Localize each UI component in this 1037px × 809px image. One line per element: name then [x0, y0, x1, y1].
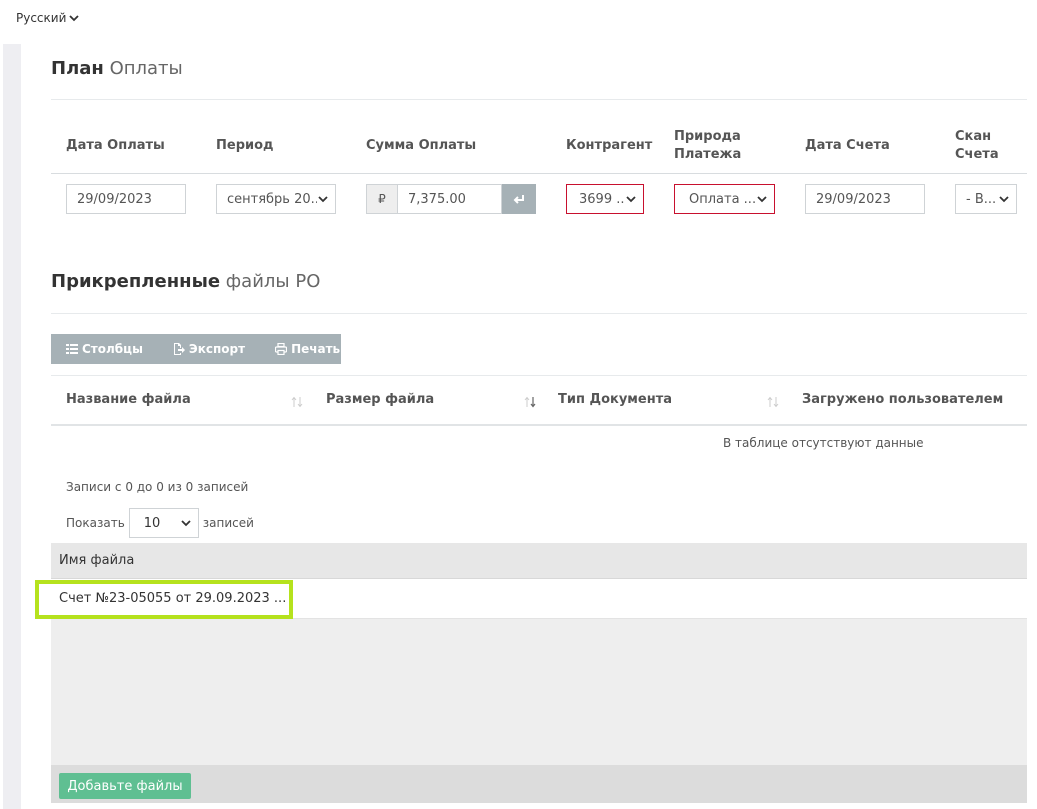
divider — [51, 375, 1027, 376]
attachments-title: Прикрепленные файлы PO — [51, 271, 321, 292]
counterparty-select[interactable]: 3699 ... — [566, 184, 644, 214]
export-icon — [173, 343, 185, 355]
header-invoice-date: Дата Счета — [805, 138, 890, 153]
print-button[interactable]: Печать — [260, 334, 355, 364]
sort-icon[interactable] — [524, 396, 536, 408]
list-icon — [66, 344, 78, 354]
enter-icon — [513, 195, 524, 204]
ruble-addon: ₽ — [366, 184, 398, 214]
header-payment-date: Дата Оплаты — [66, 138, 165, 153]
chevron-down-icon — [626, 196, 636, 203]
header-payment-nature: Природа Платежа — [674, 129, 742, 162]
header-period: Период — [216, 138, 274, 153]
chevron-down-icon — [999, 196, 1009, 203]
sort-icon[interactable] — [291, 396, 303, 408]
add-files-button[interactable]: Добавьте файлы — [59, 773, 191, 799]
records-label: записей — [202, 516, 254, 530]
sidebar-strip — [3, 44, 21, 809]
invoice-date-input[interactable]: 29/09/2023 — [805, 184, 925, 214]
payment-date-input[interactable]: 29/09/2023 — [66, 184, 186, 214]
page-length-control: Показать 10 записей — [66, 508, 254, 538]
payment-nature-select[interactable]: Оплата ... — [674, 184, 775, 214]
table-toolbar: Столбцы Экспорт Печать — [51, 334, 341, 364]
header-divider — [51, 173, 1027, 174]
sort-icon[interactable] — [767, 396, 779, 408]
column-doc-type[interactable]: Тип Документа — [558, 392, 672, 407]
amount-input[interactable]: 7,375.00 — [398, 184, 502, 214]
empty-table-message: В таблице отсутствуют данные — [723, 436, 924, 450]
page-size-select[interactable]: 10 — [128, 508, 199, 538]
chevron-down-icon — [318, 196, 328, 203]
column-file-size[interactable]: Размер файла — [326, 392, 434, 407]
column-uploaded-by[interactable]: Загружено пользователем — [802, 392, 1003, 407]
file-list-item[interactable]: Счет №23-05055 от 29.09.2023 ... — [51, 579, 1027, 619]
export-button[interactable]: Экспорт — [158, 334, 260, 364]
file-footer — [51, 765, 1027, 803]
header-invoice-scan: Скан Счета — [955, 129, 999, 162]
apply-amount-button[interactable] — [502, 184, 536, 214]
chevron-down-icon — [757, 196, 767, 203]
language-selector[interactable]: Русский — [16, 11, 80, 25]
language-label: Русский — [16, 11, 67, 25]
period-select[interactable]: сентябрь 20... — [216, 184, 336, 214]
amount-group: ₽ 7,375.00 — [366, 184, 536, 214]
header-amount: Сумма Оплаты — [366, 138, 477, 153]
table-info: Записи с 0 до 0 из 0 записей — [66, 480, 249, 494]
file-list-header: Имя файла — [51, 543, 1027, 579]
divider — [51, 99, 1027, 100]
print-icon — [275, 343, 288, 355]
chevron-down-icon — [181, 520, 191, 527]
chevron-down-icon — [69, 15, 80, 22]
file-drop-area[interactable] — [51, 619, 1027, 765]
divider — [51, 313, 1027, 314]
invoice-scan-select[interactable]: - В... — [955, 184, 1017, 214]
columns-button[interactable]: Столбцы — [51, 334, 158, 364]
column-file-name[interactable]: Название файла — [66, 392, 191, 407]
header-counterparty: Контрагент — [566, 138, 653, 153]
table-header-divider — [51, 424, 1027, 426]
show-label: Показать — [66, 516, 125, 530]
payment-plan-title: План Оплаты — [51, 58, 183, 79]
